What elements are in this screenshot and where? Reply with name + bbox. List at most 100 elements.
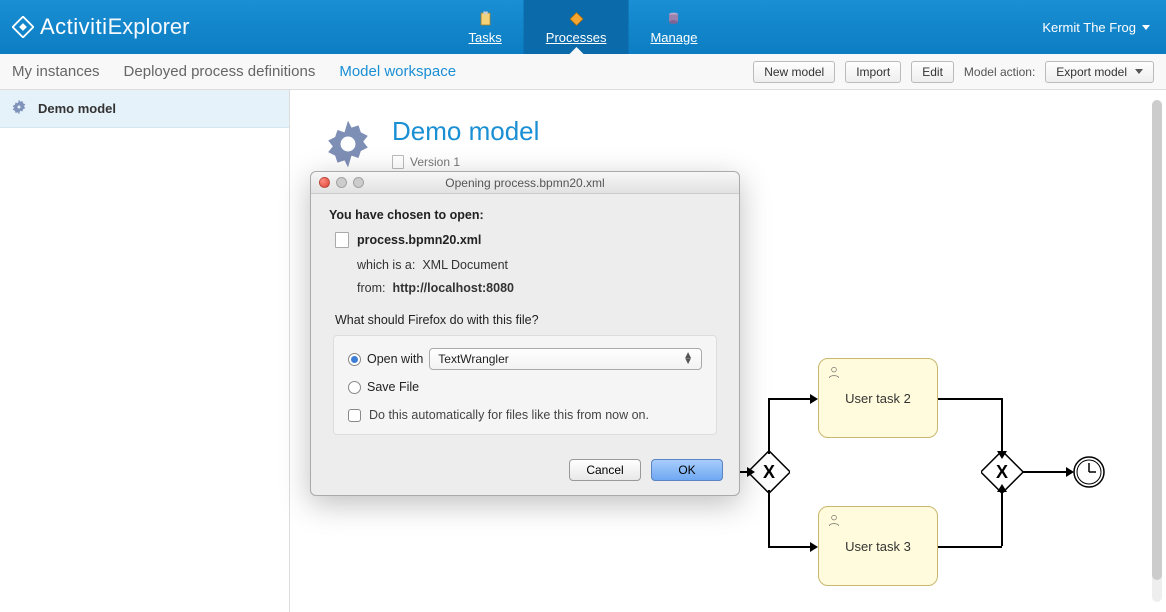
model-action-label: Model action: [964,65,1035,79]
scrollbar-thumb[interactable] [1152,100,1162,580]
arrow-icon [997,484,1007,492]
model-action-value: Export model [1056,65,1127,79]
task-label: User task 3 [845,539,911,554]
radio-save-file[interactable] [348,381,361,394]
open-with-label: Open with [367,352,423,366]
download-dialog: Opening process.bpmn20.xml You have chos… [310,171,740,496]
nav-manage-label: Manage [650,30,697,45]
open-with-select[interactable]: TextWrangler ▲▼ [429,348,702,370]
dialog-prompt: You have chosen to open: [329,208,721,222]
nav-tasks-label: Tasks [469,30,502,45]
nav-manage[interactable]: Manage [628,0,719,54]
flow-line [938,398,1002,400]
sidebar: Demo model [0,90,290,612]
zoom-icon[interactable] [353,177,364,188]
radio-open-with[interactable] [348,353,361,366]
user-icon [827,513,841,527]
dialog-title: Opening process.bpmn20.xml [445,176,604,190]
caret-down-icon [1135,69,1143,74]
flow-line [768,398,812,400]
close-icon[interactable] [319,177,330,188]
subtab-my-instances[interactable]: My instances [12,63,100,80]
flow-line [768,398,770,454]
model-title: Demo model [392,116,539,147]
auto-label: Do this automatically for files like thi… [369,408,649,422]
gear-icon [320,116,376,175]
dialog-prompt2: What should Firefox do with this file? [335,313,721,327]
gear-icon [10,98,28,119]
checkbox-auto[interactable] [348,409,361,422]
svg-text:X: X [763,462,775,482]
nav-processes[interactable]: Processes [524,0,629,54]
option-auto[interactable]: Do this automatically for files like thi… [348,408,702,422]
file-icon [335,232,349,248]
arrow-icon [1066,467,1074,477]
model-version-row: Version 1 [392,155,539,169]
sub-header: My instances Deployed process definition… [0,54,1166,90]
which-is-a-value: XML Document [422,258,508,272]
user-name: Kermit The Frog [1042,20,1136,35]
subtab-model-workspace[interactable]: Model workspace [339,63,456,80]
user-menu[interactable]: Kermit The Frog [1042,20,1150,35]
scrollbar[interactable] [1152,100,1162,602]
minimize-icon[interactable] [336,177,347,188]
sidebar-item-demo-model[interactable]: Demo model [0,90,289,128]
user-task-3: User task 3 [818,506,938,586]
from-label: from: [357,281,385,295]
updown-icon: ▲▼ [683,353,693,365]
main-nav: Tasks Processes Manage [447,0,720,54]
svg-text:X: X [996,462,1008,482]
toolbar: New model Import Edit Model action: Expo… [753,61,1154,83]
flow-line [1001,398,1003,454]
arrow-icon [810,394,818,404]
which-is-a-label: which is a: [357,258,415,272]
window-controls [319,177,364,188]
import-button[interactable]: Import [845,61,901,83]
edit-button[interactable]: Edit [911,61,954,83]
arrow-icon [810,542,818,552]
database-icon [665,10,683,28]
model-version: Version 1 [410,155,460,169]
app-logo: ActivitiExplorer [12,14,189,40]
open-with-value: TextWrangler [438,352,508,366]
new-model-button[interactable]: New model [753,61,835,83]
save-file-label: Save File [367,380,419,394]
arrow-icon [747,467,755,477]
cancel-button[interactable]: Cancel [569,459,641,481]
task-label: User task 2 [845,391,911,406]
ok-button[interactable]: OK [651,459,723,481]
flow-line [1001,490,1003,546]
document-icon [392,155,404,169]
app-header: ActivitiExplorer Tasks Processes Manage … [0,0,1166,54]
user-icon [827,365,841,379]
logo-text-light: Explorer [108,14,190,39]
model-action-select[interactable]: Export model [1045,61,1154,83]
activiti-logo-icon [12,16,34,38]
dialog-buttons: Cancel OK [311,445,739,495]
dialog-filename: process.bpmn20.xml [357,233,481,247]
flow-line [1022,471,1068,473]
caret-down-icon [1142,25,1150,30]
arrow-icon [997,451,1007,459]
timer-event [1072,455,1106,489]
from-value: http://localhost:8080 [392,281,514,295]
flow-line [938,546,1002,548]
diamond-icon [567,10,585,28]
dialog-titlebar[interactable]: Opening process.bpmn20.xml [311,172,739,194]
clipboard-icon [476,10,494,28]
flow-line [768,546,812,548]
option-save-file[interactable]: Save File [348,380,702,394]
sidebar-item-label: Demo model [38,101,116,116]
flow-line [768,490,770,546]
nav-tasks[interactable]: Tasks [447,0,524,54]
model-header: Demo model Version 1 [320,116,1136,175]
subtab-deployed[interactable]: Deployed process definitions [124,63,316,80]
option-open-with[interactable]: Open with TextWrangler ▲▼ [348,348,702,370]
dialog-filename-row: process.bpmn20.xml [335,232,721,248]
dialog-meta: which is a: XML Document from: http://lo… [357,254,721,299]
logo-text-strong: Activiti [40,14,108,39]
user-task-2: User task 2 [818,358,938,438]
dialog-body: You have chosen to open: process.bpmn20.… [311,194,739,445]
nav-processes-label: Processes [546,30,607,45]
dialog-options: Open with TextWrangler ▲▼ Save File Do t… [333,335,717,435]
